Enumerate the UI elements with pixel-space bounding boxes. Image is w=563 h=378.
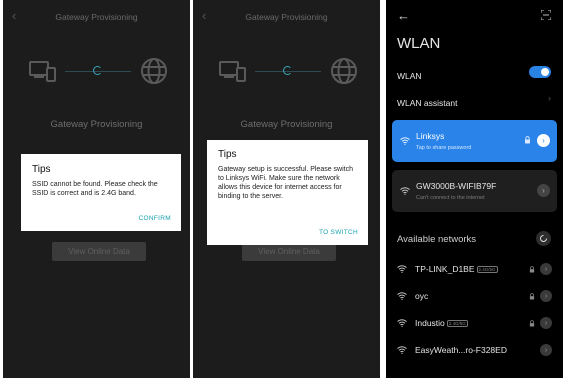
scan-icon[interactable] bbox=[541, 10, 551, 20]
top-bar: ‹ Gateway Provisioning bbox=[193, 0, 380, 34]
dialog-title: Tips bbox=[32, 164, 51, 175]
status-subtitle: Gateway Provisioning bbox=[240, 119, 333, 130]
network-name: Linksys bbox=[416, 131, 445, 141]
wlan-label: WLAN bbox=[397, 71, 422, 81]
network-row[interactable]: Industio 2.4G/5G › bbox=[397, 316, 555, 332]
lock-icon bbox=[525, 136, 530, 144]
globe-icon bbox=[331, 58, 357, 84]
chevron-right-icon: › bbox=[548, 93, 551, 103]
globe-icon bbox=[141, 58, 167, 84]
wifi-icon bbox=[397, 319, 407, 327]
network-row[interactable]: EasyWeath...ro-F328ED › bbox=[397, 343, 555, 359]
network-card-gw3000b[interactable]: GW3000B-WIFIB79F Can't connect to the in… bbox=[392, 170, 557, 212]
page-title: Gateway Provisioning bbox=[55, 12, 138, 22]
lock-icon bbox=[529, 266, 535, 273]
tips-dialog: Tips SSID cannot be found. Please check … bbox=[21, 154, 181, 231]
top-bar: ‹ Gateway Provisioning bbox=[3, 0, 190, 34]
band-badge: 2.4G/5G bbox=[446, 320, 468, 328]
network-row[interactable]: TP-LINK_D1BE 2.4G/5G › bbox=[397, 262, 555, 278]
wlan-toggle[interactable] bbox=[529, 66, 551, 78]
wifi-icon bbox=[400, 187, 410, 195]
network-details-icon[interactable]: › bbox=[540, 290, 552, 302]
loading-spinner-icon bbox=[93, 66, 102, 75]
page-title: WLAN bbox=[397, 35, 441, 52]
dialog-message: SSID cannot be found. Please check the S… bbox=[32, 181, 158, 197]
available-networks-title: Available networks bbox=[397, 234, 477, 245]
network-card-linksys[interactable]: Linksys Tap to share password › bbox=[392, 120, 557, 162]
network-name-text: Industio bbox=[415, 318, 445, 328]
page-title: Gateway Provisioning bbox=[245, 12, 328, 22]
devices-icon bbox=[219, 61, 246, 82]
to-switch-button[interactable]: TO SWITCH bbox=[319, 229, 358, 236]
network-name: GW3000B-WIFIB79F bbox=[416, 181, 497, 191]
wifi-icon bbox=[397, 265, 407, 273]
wifi-icon bbox=[397, 346, 407, 354]
wifi-icon bbox=[400, 137, 410, 145]
network-details-icon[interactable]: › bbox=[540, 263, 552, 275]
wlan-toggle-row[interactable]: WLAN bbox=[397, 66, 551, 81]
network-name: TP-LINK_D1BE 2.4G/5G bbox=[415, 264, 498, 274]
back-arrow-icon[interactable]: ← bbox=[397, 8, 410, 23]
wlan-assistant-row[interactable]: WLAN assistant › bbox=[397, 93, 551, 108]
wlan-settings-screen: ← WLAN WLAN WLAN assistant › Linksys Tap… bbox=[386, 0, 563, 378]
network-name-text: TP-LINK_D1BE bbox=[415, 264, 475, 274]
provisioning-screen-error: ‹ Gateway Provisioning Gateway Provision… bbox=[3, 0, 190, 378]
refresh-icon bbox=[540, 235, 547, 242]
refresh-button[interactable] bbox=[536, 231, 551, 246]
wlan-assistant-label: WLAN assistant bbox=[397, 98, 458, 108]
tips-dialog: Tips Gateway setup is successful. Please… bbox=[207, 140, 368, 245]
network-details-icon[interactable]: › bbox=[540, 317, 552, 329]
loading-spinner-icon bbox=[283, 66, 292, 75]
devices-icon bbox=[29, 61, 56, 82]
lock-icon bbox=[529, 293, 535, 300]
view-online-data-button[interactable]: View Online Data bbox=[52, 242, 146, 261]
network-details-icon[interactable]: › bbox=[540, 344, 552, 356]
wifi-icon bbox=[397, 292, 407, 300]
network-row[interactable]: oyc › bbox=[397, 289, 555, 305]
network-name: oyc bbox=[415, 291, 429, 301]
network-status: Can't connect to the internet bbox=[416, 195, 485, 201]
dialog-message: Gateway setup is successful. Please swit… bbox=[218, 166, 354, 200]
network-details-icon[interactable]: › bbox=[537, 134, 550, 147]
dialog-title: Tips bbox=[218, 149, 237, 160]
network-name: Industio 2.4G/5G bbox=[415, 318, 468, 328]
network-name: EasyWeath...ro-F328ED bbox=[415, 345, 507, 355]
confirm-button[interactable]: CONFIRM bbox=[139, 215, 171, 222]
status-subtitle: Gateway Provisioning bbox=[50, 119, 143, 130]
band-badge: 2.4G/5G bbox=[476, 266, 498, 274]
network-details-icon[interactable]: › bbox=[537, 184, 550, 197]
network-status: Tap to share password bbox=[416, 145, 472, 151]
provisioning-screen-success: ‹ Gateway Provisioning Gateway Provision… bbox=[193, 0, 380, 378]
lock-icon bbox=[529, 320, 535, 327]
